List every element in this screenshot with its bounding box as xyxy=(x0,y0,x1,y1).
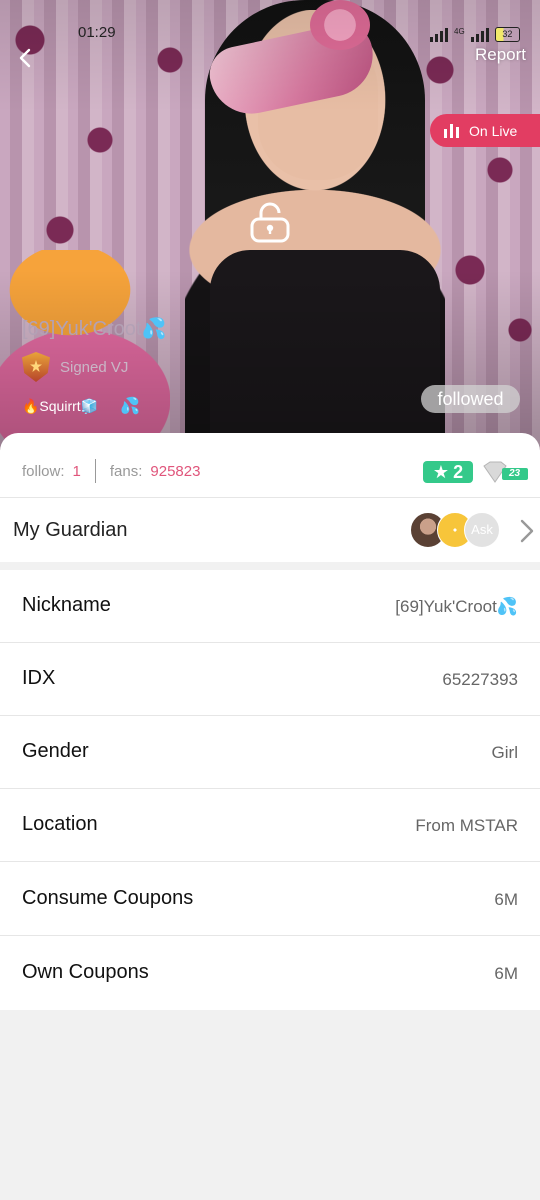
host-name: [69]Yuk'Croot💦 xyxy=(22,318,167,340)
info-label: Nickname xyxy=(22,594,111,616)
chevron-right-icon xyxy=(520,519,534,543)
level-value: 2 xyxy=(453,461,464,482)
star-icon: ★ xyxy=(432,461,450,482)
info-value: [69]Yuk'Croot💦 xyxy=(395,597,518,616)
info-row-location: Location From MSTAR xyxy=(0,789,540,862)
network-type: 4G xyxy=(454,27,465,36)
level-badge: ★ 2 xyxy=(423,461,473,483)
info-row-gender: Gender Girl xyxy=(0,716,540,789)
stats-divider xyxy=(94,459,96,483)
live-bars-icon xyxy=(444,123,459,138)
signed-vj-label: Signed VJ xyxy=(60,358,129,376)
info-value: 65227393 xyxy=(442,670,518,689)
drops-icon: 💦 xyxy=(120,398,141,415)
guardian-ask-avatar[interactable]: Ask xyxy=(464,512,500,548)
battery-icon: 32 xyxy=(494,27,520,42)
my-guardian-label: My Guardian xyxy=(13,518,128,541)
follow-label: follow: xyxy=(22,462,65,480)
signal-icon xyxy=(430,28,448,42)
info-row-own-coupons: Own Coupons 6M xyxy=(0,937,540,1010)
info-label: Consume Coupons xyxy=(22,887,194,909)
info-row-consume-coupons: Consume Coupons 6M xyxy=(0,863,540,936)
info-label: Gender xyxy=(22,740,89,762)
signal-icon-2 xyxy=(470,28,489,42)
fans-label: fans: xyxy=(109,462,143,480)
signed-vj-row: Signed VJ xyxy=(22,352,128,382)
info-row-idx: IDX 65227393 xyxy=(0,643,540,716)
fans-count[interactable]: 925823 xyxy=(150,463,200,480)
followed-button[interactable]: followed xyxy=(421,385,520,413)
section-gap xyxy=(0,562,540,570)
vip-badge: 23 xyxy=(481,461,529,483)
status-time: 01:29 xyxy=(78,24,116,41)
status-icons: 4G 32 xyxy=(430,24,520,42)
host-tag: 🔥Squirrt🧊 xyxy=(22,397,99,414)
info-value: From MSTAR xyxy=(415,816,518,835)
on-live-badge[interactable]: On Live xyxy=(430,114,540,147)
info-label: Location xyxy=(22,813,98,835)
info-row-nickname: Nickname [69]Yuk'Croot💦 xyxy=(0,570,540,643)
back-arrow-icon xyxy=(19,48,31,68)
info-value: 6M xyxy=(494,964,518,983)
follow-count[interactable]: 1 xyxy=(73,463,81,480)
battery-level: 32 xyxy=(502,29,513,39)
info-label: IDX xyxy=(22,667,56,689)
follow-stats: follow: 1 fans: 925823 xyxy=(22,459,200,483)
vip-level: 23 xyxy=(509,468,521,479)
report-link[interactable]: Report xyxy=(475,45,526,65)
my-guardian-row[interactable]: My Guardian Ask xyxy=(0,498,540,562)
profile-card: follow: 1 fans: 925823 ★ 2 23 My Guardia… xyxy=(0,433,540,1010)
shield-icon xyxy=(22,352,50,382)
back-button[interactable] xyxy=(12,44,40,72)
diamond-icon xyxy=(483,461,528,483)
info-label: Own Coupons xyxy=(22,961,149,983)
info-value: Girl xyxy=(491,743,518,762)
on-live-label: On Live xyxy=(469,122,518,139)
lock-icon[interactable] xyxy=(248,200,292,244)
host-tag-row: 🔥Squirrt🧊 💦 xyxy=(22,396,140,416)
info-value: 6M xyxy=(494,890,518,909)
